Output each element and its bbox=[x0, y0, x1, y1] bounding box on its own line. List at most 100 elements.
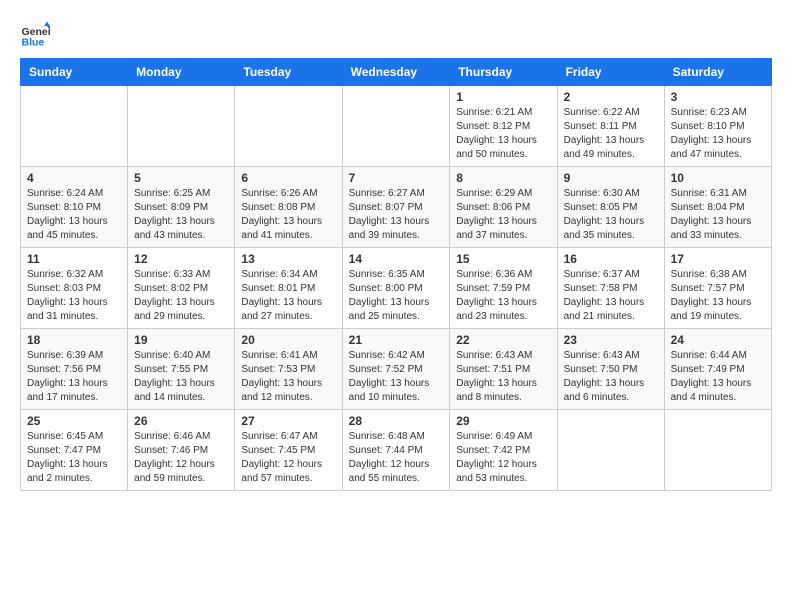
svg-text:Blue: Blue bbox=[22, 37, 45, 49]
calendar-cell bbox=[128, 86, 235, 167]
calendar-header-row: SundayMondayTuesdayWednesdayThursdayFrid… bbox=[21, 59, 772, 86]
day-number: 15 bbox=[456, 252, 550, 266]
day-number: 11 bbox=[27, 252, 121, 266]
day-info: Sunrise: 6:22 AM Sunset: 8:11 PM Dayligh… bbox=[564, 106, 658, 162]
day-info: Sunrise: 6:42 AM Sunset: 7:52 PM Dayligh… bbox=[349, 349, 444, 405]
day-number: 21 bbox=[349, 333, 444, 347]
calendar-cell bbox=[664, 410, 771, 491]
day-info: Sunrise: 6:41 AM Sunset: 7:53 PM Dayligh… bbox=[241, 349, 335, 405]
day-header-tuesday: Tuesday bbox=[235, 59, 342, 86]
calendar-week-row: 11 Sunrise: 6:32 AM Sunset: 8:03 PM Dayli… bbox=[21, 248, 772, 329]
day-info: Sunrise: 6:37 AM Sunset: 7:58 PM Dayligh… bbox=[564, 268, 658, 324]
day-info: Sunrise: 6:46 AM Sunset: 7:46 PM Dayligh… bbox=[134, 430, 228, 486]
calendar-cell: 4 Sunrise: 6:24 AM Sunset: 8:10 PM Daylig… bbox=[21, 167, 128, 248]
day-info: Sunrise: 6:49 AM Sunset: 7:42 PM Dayligh… bbox=[456, 430, 550, 486]
calendar-cell bbox=[235, 86, 342, 167]
day-info: Sunrise: 6:24 AM Sunset: 8:10 PM Dayligh… bbox=[27, 187, 121, 243]
calendar-cell bbox=[557, 410, 664, 491]
day-number: 23 bbox=[564, 333, 658, 347]
day-number: 6 bbox=[241, 171, 335, 185]
day-header-friday: Friday bbox=[557, 59, 664, 86]
calendar-cell: 13 Sunrise: 6:34 AM Sunset: 8:01 PM Dayli… bbox=[235, 248, 342, 329]
day-info: Sunrise: 6:44 AM Sunset: 7:49 PM Dayligh… bbox=[671, 349, 765, 405]
day-number: 17 bbox=[671, 252, 765, 266]
day-info: Sunrise: 6:32 AM Sunset: 8:03 PM Dayligh… bbox=[27, 268, 121, 324]
day-info: Sunrise: 6:30 AM Sunset: 8:05 PM Dayligh… bbox=[564, 187, 658, 243]
day-header-thursday: Thursday bbox=[450, 59, 557, 86]
calendar-cell: 19 Sunrise: 6:40 AM Sunset: 7:55 PM Dayli… bbox=[128, 329, 235, 410]
day-info: Sunrise: 6:48 AM Sunset: 7:44 PM Dayligh… bbox=[349, 430, 444, 486]
calendar-cell: 23 Sunrise: 6:43 AM Sunset: 7:50 PM Dayli… bbox=[557, 329, 664, 410]
day-number: 29 bbox=[456, 414, 550, 428]
calendar-week-row: 25Sunrise: 6:45 AM Sunset: 7:47 PM Dayli… bbox=[21, 410, 772, 491]
calendar-cell bbox=[21, 86, 128, 167]
calendar-cell: 9Sunrise: 6:30 AM Sunset: 8:05 PM Daylig… bbox=[557, 167, 664, 248]
calendar-cell: 1 Sunrise: 6:21 AM Sunset: 8:12 PM Daylig… bbox=[450, 86, 557, 167]
calendar-cell: 10Sunrise: 6:31 AM Sunset: 8:04 PM Dayli… bbox=[664, 167, 771, 248]
day-number: 14 bbox=[349, 252, 444, 266]
day-info: Sunrise: 6:47 AM Sunset: 7:45 PM Dayligh… bbox=[241, 430, 335, 486]
calendar-cell: 7 Sunrise: 6:27 AM Sunset: 8:07 PM Daylig… bbox=[342, 167, 450, 248]
day-info: Sunrise: 6:26 AM Sunset: 8:08 PM Dayligh… bbox=[241, 187, 335, 243]
calendar-cell: 14 Sunrise: 6:35 AM Sunset: 8:00 PM Dayli… bbox=[342, 248, 450, 329]
calendar-week-row: 4 Sunrise: 6:24 AM Sunset: 8:10 PM Daylig… bbox=[21, 167, 772, 248]
day-info: Sunrise: 6:34 AM Sunset: 8:01 PM Dayligh… bbox=[241, 268, 335, 324]
day-number: 8 bbox=[456, 171, 550, 185]
day-number: 5 bbox=[134, 171, 228, 185]
day-info: Sunrise: 6:21 AM Sunset: 8:12 PM Dayligh… bbox=[456, 106, 550, 162]
day-header-monday: Monday bbox=[128, 59, 235, 86]
day-number: 7 bbox=[349, 171, 444, 185]
day-number: 12 bbox=[134, 252, 228, 266]
day-header-saturday: Saturday bbox=[664, 59, 771, 86]
day-number: 20 bbox=[241, 333, 335, 347]
day-number: 25 bbox=[27, 414, 121, 428]
calendar-cell: 25Sunrise: 6:45 AM Sunset: 7:47 PM Dayli… bbox=[21, 410, 128, 491]
day-number: 26 bbox=[134, 414, 228, 428]
day-number: 24 bbox=[671, 333, 765, 347]
calendar-cell: 21 Sunrise: 6:42 AM Sunset: 7:52 PM Dayli… bbox=[342, 329, 450, 410]
day-info: Sunrise: 6:43 AM Sunset: 7:51 PM Dayligh… bbox=[456, 349, 550, 405]
calendar-cell: 24 Sunrise: 6:44 AM Sunset: 7:49 PM Dayli… bbox=[664, 329, 771, 410]
calendar-cell: 11 Sunrise: 6:32 AM Sunset: 8:03 PM Dayli… bbox=[21, 248, 128, 329]
calendar-cell: 12Sunrise: 6:33 AM Sunset: 8:02 PM Dayli… bbox=[128, 248, 235, 329]
day-info: Sunrise: 6:39 AM Sunset: 7:56 PM Dayligh… bbox=[27, 349, 121, 405]
calendar-cell: 2 Sunrise: 6:22 AM Sunset: 8:11 PM Daylig… bbox=[557, 86, 664, 167]
page-header: General Blue bbox=[20, 20, 772, 50]
day-number: 4 bbox=[27, 171, 121, 185]
calendar-week-row: 1 Sunrise: 6:21 AM Sunset: 8:12 PM Daylig… bbox=[21, 86, 772, 167]
calendar-cell: 27 Sunrise: 6:47 AM Sunset: 7:45 PM Dayli… bbox=[235, 410, 342, 491]
day-number: 3 bbox=[671, 90, 765, 104]
day-header-wednesday: Wednesday bbox=[342, 59, 450, 86]
day-info: Sunrise: 6:36 AM Sunset: 7:59 PM Dayligh… bbox=[456, 268, 550, 324]
day-number: 16 bbox=[564, 252, 658, 266]
calendar-cell: 26 Sunrise: 6:46 AM Sunset: 7:46 PM Dayli… bbox=[128, 410, 235, 491]
calendar-cell: 29 Sunrise: 6:49 AM Sunset: 7:42 PM Dayli… bbox=[450, 410, 557, 491]
calendar-cell: 6 Sunrise: 6:26 AM Sunset: 8:08 PM Daylig… bbox=[235, 167, 342, 248]
day-info: Sunrise: 6:25 AM Sunset: 8:09 PM Dayligh… bbox=[134, 187, 228, 243]
day-info: Sunrise: 6:43 AM Sunset: 7:50 PM Dayligh… bbox=[564, 349, 658, 405]
calendar-cell bbox=[342, 86, 450, 167]
calendar-week-row: 18Sunrise: 6:39 AM Sunset: 7:56 PM Dayli… bbox=[21, 329, 772, 410]
day-number: 1 bbox=[456, 90, 550, 104]
day-number: 27 bbox=[241, 414, 335, 428]
day-info: Sunrise: 6:35 AM Sunset: 8:00 PM Dayligh… bbox=[349, 268, 444, 324]
day-header-sunday: Sunday bbox=[21, 59, 128, 86]
calendar-cell: 17 Sunrise: 6:38 AM Sunset: 7:57 PM Dayli… bbox=[664, 248, 771, 329]
calendar-cell: 28Sunrise: 6:48 AM Sunset: 7:44 PM Dayli… bbox=[342, 410, 450, 491]
calendar-cell: 15 Sunrise: 6:36 AM Sunset: 7:59 PM Dayli… bbox=[450, 248, 557, 329]
day-info: Sunrise: 6:38 AM Sunset: 7:57 PM Dayligh… bbox=[671, 268, 765, 324]
day-number: 19 bbox=[134, 333, 228, 347]
day-number: 13 bbox=[241, 252, 335, 266]
calendar-table: SundayMondayTuesdayWednesdayThursdayFrid… bbox=[20, 58, 772, 491]
calendar-cell: 5 Sunrise: 6:25 AM Sunset: 8:09 PM Daylig… bbox=[128, 167, 235, 248]
logo: General Blue bbox=[20, 20, 54, 50]
logo-icon: General Blue bbox=[20, 20, 50, 50]
day-info: Sunrise: 6:27 AM Sunset: 8:07 PM Dayligh… bbox=[349, 187, 444, 243]
day-number: 2 bbox=[564, 90, 658, 104]
calendar-cell: 18Sunrise: 6:39 AM Sunset: 7:56 PM Dayli… bbox=[21, 329, 128, 410]
day-info: Sunrise: 6:29 AM Sunset: 8:06 PM Dayligh… bbox=[456, 187, 550, 243]
calendar-cell: 8 Sunrise: 6:29 AM Sunset: 8:06 PM Daylig… bbox=[450, 167, 557, 248]
day-info: Sunrise: 6:23 AM Sunset: 8:10 PM Dayligh… bbox=[671, 106, 765, 162]
day-info: Sunrise: 6:40 AM Sunset: 7:55 PM Dayligh… bbox=[134, 349, 228, 405]
calendar-cell: 3 Sunrise: 6:23 AM Sunset: 8:10 PM Daylig… bbox=[664, 86, 771, 167]
